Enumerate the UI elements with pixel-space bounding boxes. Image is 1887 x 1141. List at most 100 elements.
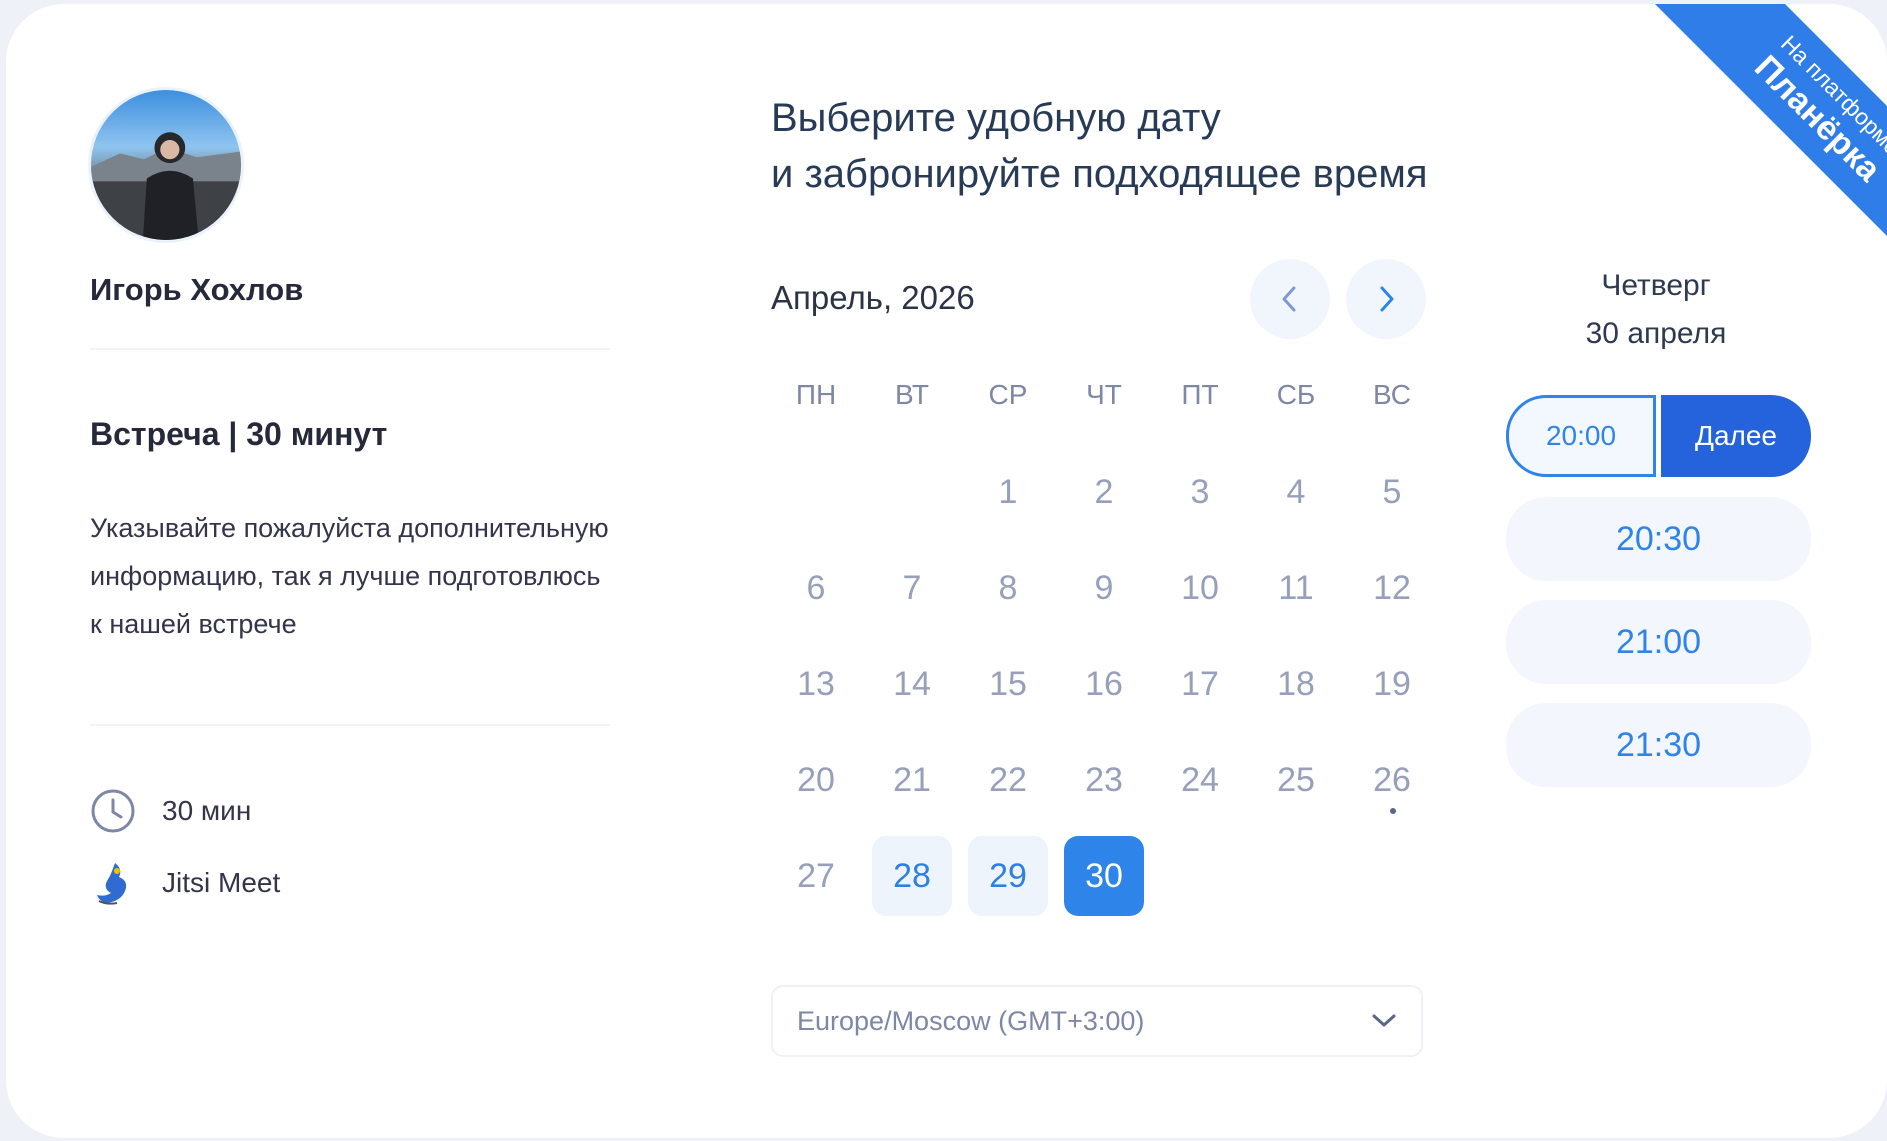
calendar-day: 15	[960, 636, 1056, 732]
calendar-day: 9	[1056, 540, 1152, 636]
weekday-label: ВТ	[895, 379, 929, 410]
calendar-empty-cell	[768, 444, 864, 540]
heading-line2: и забронируйте подходящее время	[771, 152, 1428, 196]
weekday-label: СБ	[1276, 379, 1316, 410]
calendar-grid: 1 2 3 4 5 6 7 8 9 10 11 12 13 14 15 16 17 18 19 20 21 22 23 24 2…	[768, 444, 1440, 924]
calendar-day: 21	[864, 732, 960, 828]
weekday-label: ПН	[795, 379, 837, 410]
calendar-day: 19	[1344, 636, 1440, 732]
location-text: Jitsi Meet	[162, 867, 281, 898]
day-number: 5	[1382, 472, 1402, 511]
chevron-down-icon	[1372, 1014, 1396, 1027]
avatar-image	[91, 132, 241, 240]
time-slot[interactable]: 21:30	[1506, 703, 1811, 787]
weekday-label: ПТ	[1181, 379, 1219, 410]
weekday-label: ВС	[1373, 379, 1411, 410]
calendar-day: 27	[768, 828, 864, 924]
weekday-label: ЧТ	[1086, 379, 1122, 410]
calendar-day: 23	[1056, 732, 1152, 828]
day-number: 13	[797, 664, 835, 703]
day-number: 27	[797, 856, 835, 895]
booking-card: На платформе Планёрка Игорь Хохлов Встре…	[6, 4, 1887, 1138]
event-description: Указывайте пожалуйста дополнительную инф…	[90, 513, 609, 639]
duration-text: 30 мин	[162, 795, 252, 826]
day-number: 12	[1373, 568, 1411, 607]
time-slot[interactable]: 20:30	[1506, 497, 1811, 581]
day-number: 1	[998, 472, 1018, 511]
day-number: 23	[1085, 760, 1123, 799]
location-row: Jitsi Meet	[90, 860, 280, 906]
calendar-day: 25	[1248, 732, 1344, 828]
calendar-day: 12	[1344, 540, 1440, 636]
day-number: 2	[1094, 472, 1114, 511]
calendar-day: 8	[960, 540, 1056, 636]
prev-month-button[interactable]	[1250, 259, 1330, 339]
day-number: 17	[1181, 664, 1219, 703]
avatar	[88, 87, 244, 243]
calendar-day: 6	[768, 540, 864, 636]
divider	[90, 348, 610, 350]
selected-weekday: Четверг	[1601, 269, 1711, 302]
calendar-day[interactable]: 29	[960, 828, 1056, 924]
calendar-day: 2	[1056, 444, 1152, 540]
jitsi-icon	[90, 860, 136, 906]
calendar-day: 22	[960, 732, 1056, 828]
weekday-label: СР	[988, 379, 1028, 410]
day-number: 8	[998, 568, 1018, 607]
divider	[90, 724, 610, 726]
day-number: 30	[1064, 836, 1144, 916]
day-number: 22	[989, 760, 1027, 799]
calendar-day: 24	[1152, 732, 1248, 828]
day-number: 16	[1085, 664, 1123, 703]
calendar-day: 17	[1152, 636, 1248, 732]
timezone-select[interactable]: Europe/Moscow (GMT+3:00)	[771, 985, 1423, 1057]
day-number: 4	[1286, 472, 1306, 511]
selected-date: 30 апреля	[1585, 317, 1727, 350]
duration-row: 30 мин	[90, 788, 251, 834]
next-button[interactable]: Далее	[1661, 395, 1811, 477]
calendar-day: 1	[960, 444, 1056, 540]
clock-icon	[90, 788, 136, 834]
day-number: 21	[893, 760, 931, 799]
day-number: 3	[1190, 472, 1210, 511]
calendar-day: 10	[1152, 540, 1248, 636]
time-slot-selected[interactable]: 20:00	[1506, 395, 1656, 477]
day-number: 6	[806, 568, 826, 607]
page-heading: Выберите удобную дату и забронируйте под…	[771, 90, 1428, 202]
day-number: 20	[797, 760, 835, 799]
heading-line1: Выберите удобную дату	[771, 96, 1221, 140]
day-number: 14	[893, 664, 931, 703]
day-number: 19	[1373, 664, 1411, 703]
calendar-day: 14	[864, 636, 960, 732]
calendar-day: 11	[1248, 540, 1344, 636]
chevron-left-icon	[1282, 286, 1296, 312]
selected-day-label: Четверг 30 апреля	[1506, 262, 1806, 358]
day-number: 10	[1181, 568, 1219, 607]
day-number: 7	[902, 568, 922, 607]
day-number: 25	[1277, 760, 1315, 799]
chevron-right-icon	[1380, 286, 1394, 312]
day-number: 9	[1094, 568, 1114, 607]
calendar-day: 20	[768, 732, 864, 828]
today-indicator	[1390, 808, 1396, 814]
calendar-day: 7	[864, 540, 960, 636]
time-slot[interactable]: 21:00	[1506, 600, 1811, 684]
calendar-day: 3	[1152, 444, 1248, 540]
month-label: Апрель, 2026	[771, 279, 975, 316]
timezone-value: Europe/Moscow (GMT+3:00)	[797, 1005, 1145, 1036]
calendar-day: 4	[1248, 444, 1344, 540]
weekday-header: ПН ВТ СР ЧТ ПТ СБ ВС	[768, 379, 1440, 411]
calendar-day: 26	[1344, 732, 1440, 828]
calendar-day: 5	[1344, 444, 1440, 540]
host-name: Игорь Хохлов	[90, 272, 304, 307]
calendar-day-selected[interactable]: 30	[1056, 828, 1152, 924]
calendar-day: 18	[1248, 636, 1344, 732]
calendar-day: 13	[768, 636, 864, 732]
calendar-empty-cell	[864, 444, 960, 540]
event-title: Встреча | 30 минут	[90, 416, 388, 452]
day-number: 24	[1181, 760, 1219, 799]
day-number: 29	[968, 836, 1048, 916]
next-month-button[interactable]	[1346, 259, 1426, 339]
calendar-day[interactable]: 28	[864, 828, 960, 924]
day-number: 28	[872, 836, 952, 916]
